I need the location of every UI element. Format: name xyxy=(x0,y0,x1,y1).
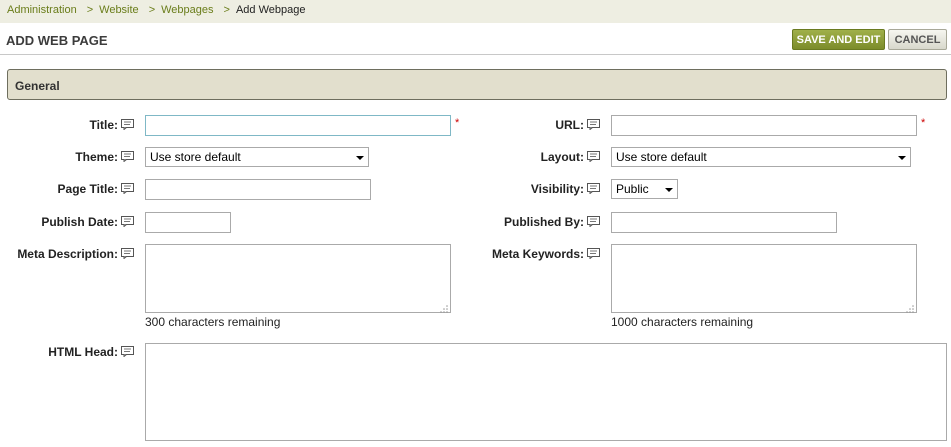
speech-bubble-icon[interactable] xyxy=(121,151,134,162)
resize-grip-icon[interactable] xyxy=(906,302,914,313)
speech-bubble-icon[interactable] xyxy=(121,346,134,357)
page-header: ADD WEB PAGE SAVE AND EDIT CANCEL xyxy=(0,23,951,55)
breadcrumb-website[interactable]: Website xyxy=(99,4,139,16)
required-marker: * xyxy=(921,117,926,129)
speech-bubble-icon[interactable] xyxy=(121,248,134,259)
chevron-down-icon xyxy=(898,156,906,160)
theme-label: Theme: xyxy=(75,150,118,164)
layout-select-value: Use store default xyxy=(616,150,707,164)
url-label: URL: xyxy=(555,118,584,132)
speech-bubble-icon[interactable] xyxy=(587,183,600,194)
title-label: Title: xyxy=(89,118,118,132)
speech-bubble-icon[interactable] xyxy=(587,216,600,227)
publish-date-label: Publish Date: xyxy=(41,215,118,229)
breadcrumb-separator: > xyxy=(86,4,94,16)
meta-keywords-counter: 1000 characters remaining xyxy=(611,315,754,329)
breadcrumb-current: Add Webpage xyxy=(235,4,306,16)
breadcrumb-separator: > xyxy=(223,4,230,16)
meta-description-textarea[interactable] xyxy=(145,244,451,313)
cancel-button[interactable]: CANCEL xyxy=(888,29,947,50)
speech-bubble-icon[interactable] xyxy=(121,119,134,130)
meta-description-counter: 300 characters remaining xyxy=(145,315,281,329)
visibility-label: Visibility: xyxy=(530,182,584,196)
breadcrumb: Administration > Website > Webpages > Add Webp… xyxy=(0,0,951,23)
visibility-select[interactable]: Public xyxy=(611,179,678,199)
speech-bubble-icon[interactable] xyxy=(587,119,600,130)
theme-select-value: Use store default xyxy=(150,150,241,164)
speech-bubble-icon[interactable] xyxy=(121,183,134,194)
speech-bubble-icon[interactable] xyxy=(587,248,600,259)
resize-grip-icon[interactable] xyxy=(440,302,448,313)
chevron-down-icon xyxy=(665,188,673,192)
published-by-label: Published By: xyxy=(503,215,584,229)
html-head-textarea[interactable] xyxy=(145,343,947,441)
publish-date-input[interactable] xyxy=(145,212,231,233)
meta-keywords-label: Meta Keywords: xyxy=(491,247,584,261)
save-and-edit-button[interactable]: SAVE AND EDIT xyxy=(792,29,885,50)
layout-label: Layout: xyxy=(540,150,584,164)
layout-select[interactable]: Use store default xyxy=(611,147,911,167)
visibility-select-value: Public xyxy=(616,182,649,196)
page-title: ADD WEB PAGE xyxy=(6,33,108,48)
title-input[interactable] xyxy=(145,115,451,136)
meta-description-label: Meta Description: xyxy=(17,247,118,261)
breadcrumb-administration[interactable]: Administration xyxy=(7,4,77,16)
chevron-down-icon xyxy=(356,156,364,160)
html-head-label: HTML Head: xyxy=(48,345,118,359)
required-marker: * xyxy=(455,117,460,129)
breadcrumb-separator: > xyxy=(148,4,156,16)
theme-select[interactable]: Use store default xyxy=(145,147,369,167)
page-title-input[interactable] xyxy=(145,179,371,200)
breadcrumb-webpages[interactable]: Webpages xyxy=(161,4,213,16)
section-general-header[interactable]: General xyxy=(7,69,947,100)
url-input[interactable] xyxy=(611,115,917,136)
meta-keywords-textarea[interactable] xyxy=(611,244,917,313)
speech-bubble-icon[interactable] xyxy=(587,151,600,162)
published-by-input[interactable] xyxy=(611,212,837,233)
speech-bubble-icon[interactable] xyxy=(121,216,134,227)
page-title-label: Page Title: xyxy=(57,182,118,196)
